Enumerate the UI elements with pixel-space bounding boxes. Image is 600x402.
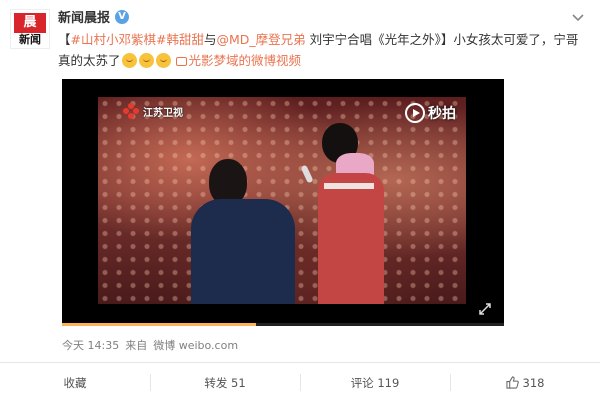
favorite-button[interactable]: 收藏 xyxy=(0,363,150,402)
post-text-fragment: 与 xyxy=(203,32,217,47)
repost-label: 转发 51 xyxy=(204,375,246,390)
favorite-label: 收藏 xyxy=(63,375,87,390)
emoji-icon xyxy=(155,53,171,68)
video-person-left xyxy=(191,159,301,304)
avatar-logo-top: 晨 xyxy=(14,13,46,33)
video-person-right xyxy=(300,123,388,304)
author-row: 新闻晨报 V xyxy=(58,7,130,26)
channel-logo-icon xyxy=(123,103,139,119)
video-progress-fill xyxy=(62,323,257,326)
video-source-link[interactable]: 光影梦域的微博视频 xyxy=(175,53,302,68)
post-source[interactable]: 微博 weibo.com xyxy=(153,337,238,353)
post-meta: 今天 14:35 来自 微博 weibo.com xyxy=(62,337,238,353)
mention-link[interactable]: @MD_摩登兄弟 xyxy=(217,32,306,47)
chevron-down-icon[interactable] xyxy=(571,10,585,24)
emoji-icon xyxy=(121,53,137,68)
video-source-label: 光影梦域的微博视频 xyxy=(188,53,302,68)
video-watermark: 秒拍 xyxy=(405,103,456,123)
video-frame: 江苏卫视 秒拍 xyxy=(98,97,466,304)
channel-name: 江苏卫视 xyxy=(143,107,183,119)
like-button[interactable]: 318 xyxy=(450,363,600,402)
like-icon xyxy=(505,376,519,389)
author-name[interactable]: 新闻晨报 xyxy=(58,7,110,26)
action-bar: 收藏 转发 51 评论 119 318 xyxy=(0,363,600,402)
like-count: 318 xyxy=(522,375,545,390)
channel-logo: 江苏卫视 xyxy=(123,103,183,119)
avatar-logo-bottom: 新闻 xyxy=(19,33,41,46)
comment-button[interactable]: 评论 119 xyxy=(300,363,450,402)
post-text: 【#山村小邓紫棋#韩甜甜与@MD_摩登兄弟 刘宇宁合唱《光年之外》】小女孩太可爱… xyxy=(58,29,588,71)
repost-button[interactable]: 转发 51 xyxy=(150,363,300,402)
watermark-text: 秒拍 xyxy=(428,106,456,122)
fullscreen-icon[interactable] xyxy=(478,302,492,316)
emoji-icon xyxy=(138,53,154,68)
video-link-icon xyxy=(175,57,187,66)
avatar[interactable]: 晨 新闻 xyxy=(10,9,50,49)
post-time[interactable]: 今天 14:35 xyxy=(62,337,119,353)
video-player[interactable]: 江苏卫视 秒拍 xyxy=(62,79,504,326)
post-from-label: 来自 xyxy=(125,339,148,352)
post-prefix: 【 xyxy=(58,32,71,47)
video-progress-bar[interactable] xyxy=(62,323,504,326)
comment-label: 评论 119 xyxy=(350,375,400,390)
mention-link[interactable]: 韩甜甜 xyxy=(166,32,204,47)
play-icon xyxy=(405,103,425,123)
hashtag-link[interactable]: #山村小邓紫棋# xyxy=(71,32,167,47)
weibo-post-card: 晨 新闻 新闻晨报 V 【#山村小邓紫棋#韩甜甜与@MD_摩登兄弟 刘宇宁合唱《… xyxy=(0,0,600,402)
verified-icon: V xyxy=(115,9,130,24)
